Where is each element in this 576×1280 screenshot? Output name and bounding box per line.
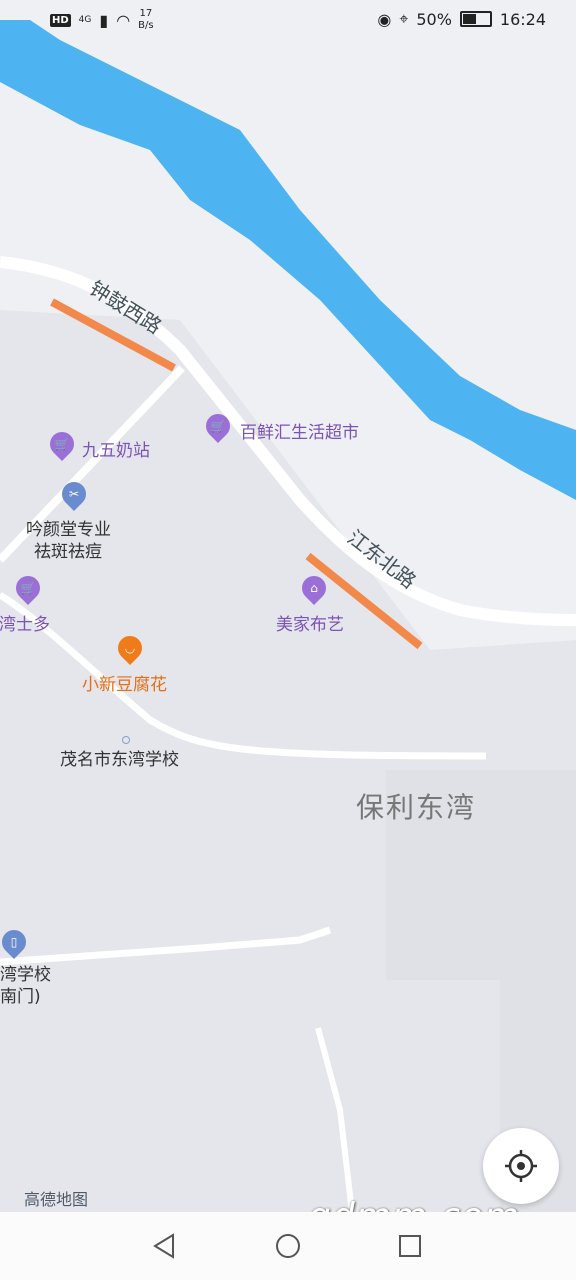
locate-button[interactable] xyxy=(483,1128,559,1204)
crosshair-icon xyxy=(505,1150,537,1182)
eye-icon: ◉ xyxy=(377,9,392,29)
battery-icon xyxy=(459,11,492,27)
poi-gangwan-shiduo[interactable]: 港湾士多 xyxy=(0,610,50,635)
poi-xiaoxin-doufuhua[interactable]: 小新豆腐花 xyxy=(82,670,167,695)
poi-dongwan-school[interactable]: 茂名市东湾学校 xyxy=(60,745,179,770)
recents-button[interactable] xyxy=(392,1228,428,1264)
net-speed: 17 B/s xyxy=(138,8,153,32)
back-button[interactable] xyxy=(146,1228,182,1264)
poi-baixianhui-supermarket[interactable]: 百鲜汇生活超市 xyxy=(240,418,359,443)
area-label-poly-dongwan: 保利东湾 xyxy=(356,791,477,824)
poi-school-south-gate-line2[interactable]: 南门) xyxy=(0,982,41,1007)
map-canvas[interactable]: 钟鼓西路 江东北路 xyxy=(0,0,576,1212)
clock: 16:24 xyxy=(499,9,546,29)
status-bar: HD 4G ▮ ◠ 17 B/s ◉ ⌖ 50% 16:24 xyxy=(0,0,576,42)
location-icon: ⌖ xyxy=(399,9,409,28)
signal-icon: ▮ xyxy=(99,10,109,30)
poi-dot xyxy=(122,736,130,744)
poi-meijia-buyi[interactable]: 美家布艺 xyxy=(276,610,344,635)
wifi-icon: ◠ xyxy=(116,10,131,30)
home-button[interactable] xyxy=(270,1228,306,1264)
battery-percent: 50% xyxy=(416,9,452,29)
back-icon xyxy=(153,1233,174,1259)
home-icon xyxy=(276,1234,300,1258)
poi-jiuwu-milk[interactable]: 九五奶站 xyxy=(82,436,150,461)
network-type: 4G xyxy=(78,15,92,25)
net-speed-value: 17 xyxy=(139,8,153,19)
net-speed-unit: B/s xyxy=(138,20,154,31)
recents-icon xyxy=(399,1235,421,1257)
map-brand-logo: 高德地图 xyxy=(24,1190,89,1209)
poi-yinyantang-line2[interactable]: 祛斑祛痘 xyxy=(34,537,102,562)
hd-indicator: HD xyxy=(50,13,71,27)
system-nav-bar xyxy=(0,1212,576,1280)
